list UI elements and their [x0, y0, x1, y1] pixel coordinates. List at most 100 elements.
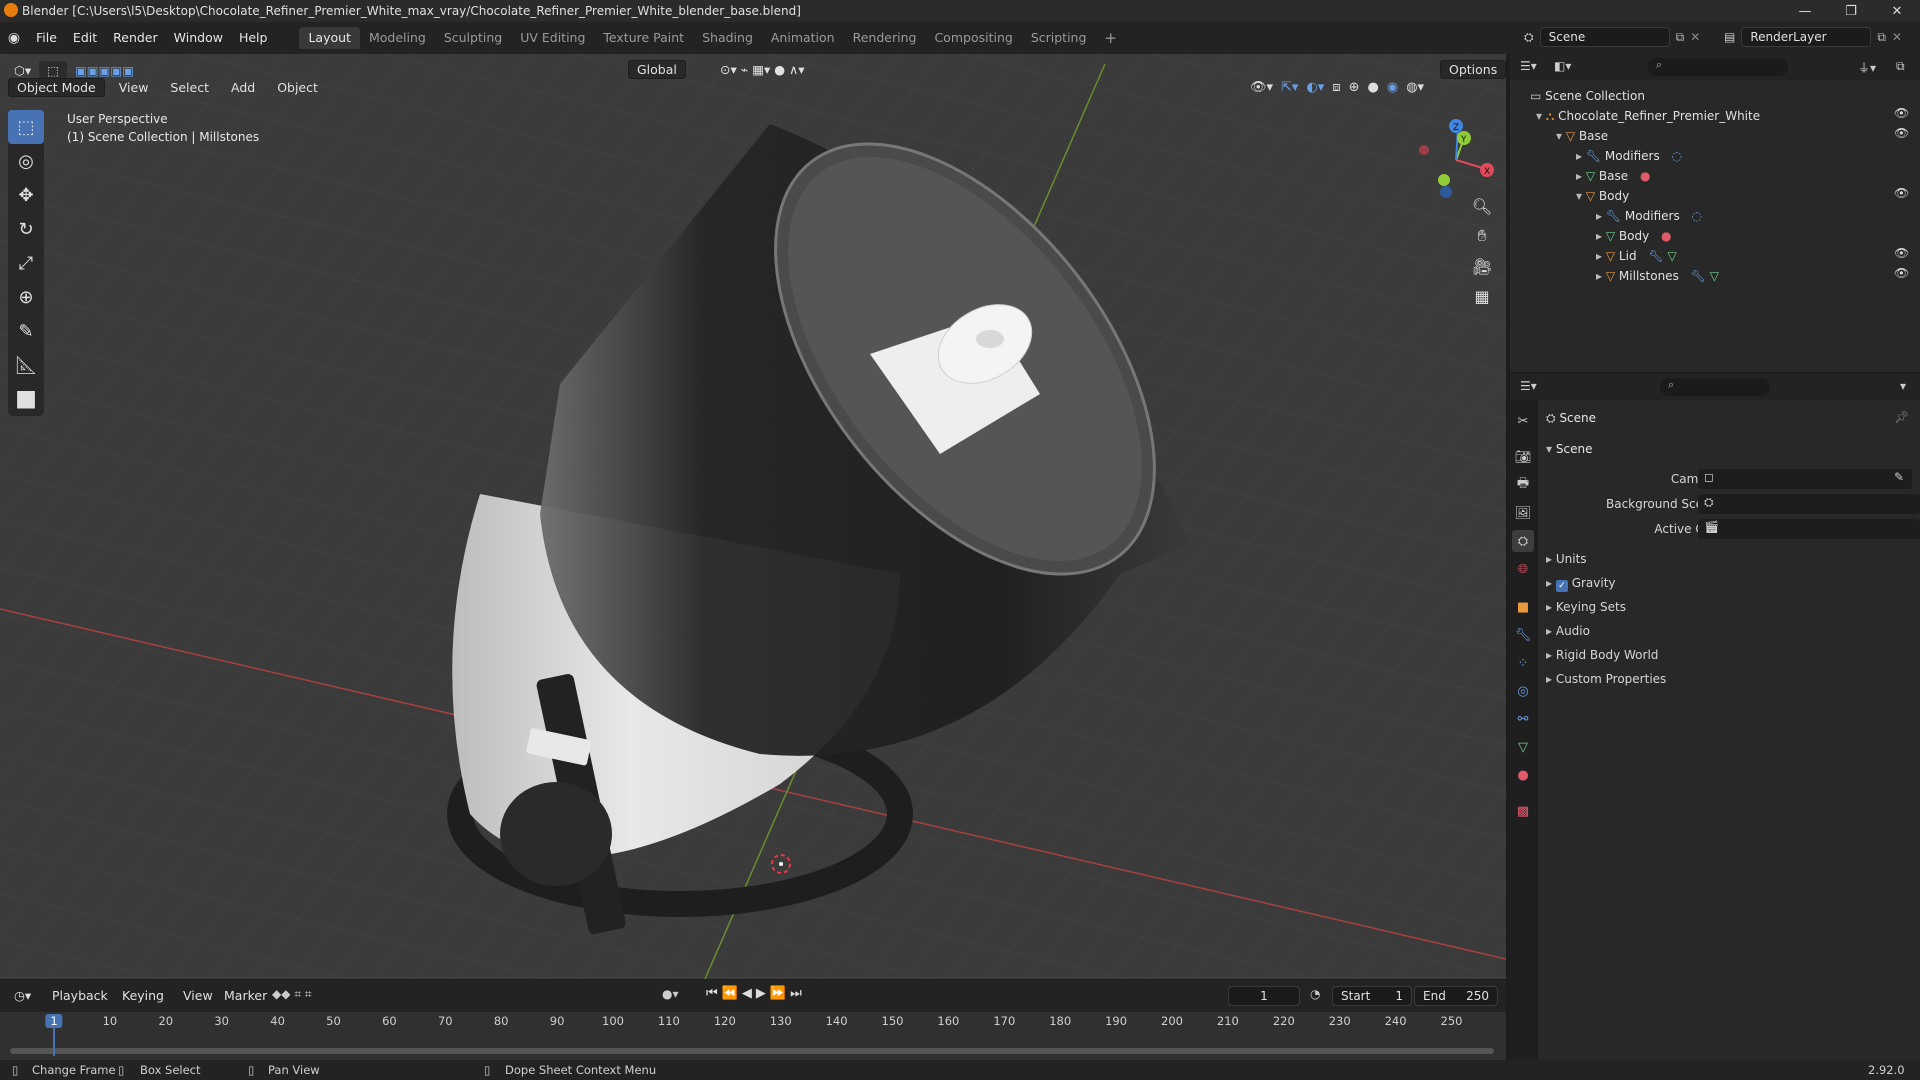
visibility-eye-icon[interactable]: 👁︎	[1894, 106, 1909, 120]
new-renderlayer-icon[interactable]: ⧉	[1877, 30, 1886, 45]
view-layer-tab-icon[interactable]: 🖼︎	[1512, 502, 1534, 524]
add-cube-tool-icon[interactable]: ⬛︎	[8, 382, 44, 416]
options-dropdown[interactable]: Options	[1440, 60, 1507, 79]
shading-rendered-icon[interactable]: ◍▾	[1406, 80, 1424, 95]
tree-item[interactable]: ▸ ▽ Millstones 🔧︎ ▽	[1596, 266, 1719, 286]
panel-units[interactable]: ▸ Units	[1546, 549, 1587, 569]
tree-root[interactable]: ▭ Scene Collection	[1530, 86, 1645, 106]
blender-menu-icon[interactable]: ◉	[0, 30, 28, 46]
material-tab-icon[interactable]: ●	[1512, 764, 1534, 786]
outliner-editor-icon[interactable]: ☰▾	[1520, 59, 1537, 73]
keyframe-icons[interactable]: ◆◆ ⌗ ⌗	[272, 987, 312, 1002]
object-mode-dropdown[interactable]: Object Mode	[8, 78, 105, 97]
texture-tab-icon[interactable]: ▩	[1512, 800, 1534, 822]
properties-editor-icon[interactable]: ☰▾	[1520, 379, 1537, 393]
visibility-icon[interactable]: 👁︎▾	[1250, 80, 1273, 95]
pan-hand-icon[interactable]: ✋︎	[1468, 222, 1496, 250]
gravity-checkbox[interactable]: ✓	[1555, 580, 1568, 592]
tree-item[interactable]: ▸ ▽ Base ●	[1576, 166, 1650, 186]
delete-renderlayer-icon[interactable]: ✕	[1892, 30, 1902, 44]
properties-search-field[interactable]: ⌕	[1660, 378, 1770, 396]
tab-shading[interactable]: Shading	[693, 27, 762, 49]
menu-window[interactable]: Window	[166, 22, 231, 54]
scale-tool-icon[interactable]: ⤢	[8, 246, 44, 280]
move-tool-icon[interactable]: ✥	[8, 178, 44, 212]
active-clip-field[interactable]: 🎬︎	[1698, 519, 1920, 539]
tree-item[interactable]: ▸ ▽ Lid 🔧︎ ▽	[1596, 246, 1677, 266]
transform-orientation-dropdown[interactable]: Global	[628, 60, 686, 79]
tree-item[interactable]: ▾ ▽ Body	[1576, 186, 1629, 206]
timeline-scrollbar[interactable]	[10, 1048, 1494, 1054]
eyedropper-icon[interactable]: ✎	[1894, 470, 1904, 484]
scene-panel-header[interactable]: ▾ Scene	[1546, 439, 1592, 459]
output-tab-icon[interactable]: 🖶︎	[1512, 474, 1534, 496]
timeline-editor-icon[interactable]: ◷▾	[6, 986, 39, 1005]
menu-object[interactable]: Object	[269, 78, 326, 97]
renderlayer-selector[interactable]: RenderLayer	[1741, 27, 1872, 47]
select-box-tool-icon[interactable]: ⬚	[8, 110, 44, 144]
tree-item[interactable]: ▾ ⛬ Chocolate_Refiner_Premier_White	[1536, 106, 1760, 126]
data-tab-icon[interactable]: ▽	[1512, 736, 1534, 758]
filter-icon[interactable]: ⏚▾	[1858, 59, 1876, 76]
constraints-tab-icon[interactable]: ⚯	[1512, 708, 1534, 730]
maximize-button[interactable]: ❐	[1828, 0, 1874, 22]
object-tab-icon[interactable]: ■	[1512, 596, 1534, 618]
visibility-eye-icon[interactable]: 👁︎	[1894, 246, 1909, 260]
playhead-line[interactable]	[53, 1028, 55, 1056]
display-mode-icon[interactable]: ◧▾	[1554, 59, 1571, 73]
particles-tab-icon[interactable]: ⁘	[1512, 652, 1534, 674]
start-frame-field[interactable]: Start 1	[1332, 986, 1412, 1006]
properties-options-icon[interactable]: ▾	[1900, 379, 1906, 393]
rotate-tool-icon[interactable]: ↻	[8, 212, 44, 246]
add-workspace-button[interactable]: +	[1095, 27, 1126, 49]
modifier-tab-icon[interactable]: 🔧︎	[1512, 624, 1534, 646]
physics-tab-icon[interactable]: ◎	[1512, 680, 1534, 702]
tab-compositing[interactable]: Compositing	[925, 27, 1021, 49]
preview-range-icon[interactable]: ◔	[1310, 987, 1320, 1001]
tab-rendering[interactable]: Rendering	[844, 27, 926, 49]
menu-view[interactable]: View	[111, 78, 157, 97]
timeline-body[interactable]: 1 10 20 30 40 50 60 70 80 90 100 110 120 130 140 150 160…	[0, 1012, 1506, 1060]
scene-tab-icon[interactable]: ⛭	[1512, 530, 1534, 552]
panel-custom-properties[interactable]: ▸ Custom Properties	[1546, 669, 1666, 689]
scene-selector[interactable]: Scene	[1539, 27, 1670, 47]
panel-rigid-body-world[interactable]: ▸ Rigid Body World	[1546, 645, 1658, 665]
end-frame-field[interactable]: End 250	[1414, 986, 1498, 1006]
background-scene-field[interactable]: ⛭	[1698, 494, 1920, 514]
annotate-tool-icon[interactable]: ✎	[8, 314, 44, 348]
menu-keying[interactable]: Keying	[114, 986, 172, 1005]
current-frame-marker[interactable]: 1	[45, 1014, 63, 1028]
tree-item[interactable]: ▾ ▽ Base	[1556, 126, 1608, 146]
xray-icon[interactable]: ⧈	[1332, 80, 1340, 95]
minimize-button[interactable]: —	[1782, 0, 1828, 22]
tool-settings-tab-icon[interactable]: ✂	[1512, 410, 1534, 432]
tab-layout[interactable]: Layout	[299, 27, 360, 49]
tab-sculpting[interactable]: Sculpting	[435, 27, 511, 49]
menu-playback[interactable]: Playback	[44, 986, 116, 1005]
new-scene-icon[interactable]: ⧉	[1676, 30, 1685, 45]
record-icon[interactable]: ●▾	[662, 987, 679, 1001]
menu-timeline-view[interactable]: View	[175, 986, 221, 1005]
editor-type-icon[interactable]: ⬡▾	[6, 61, 39, 80]
shading-wireframe-icon[interactable]: ⊕	[1349, 80, 1360, 95]
shading-solid-icon[interactable]: ●	[1368, 80, 1379, 95]
navigation-gizmo[interactable]: X Y Z	[1408, 112, 1498, 202]
zoom-icon[interactable]: 🔍︎	[1468, 192, 1496, 220]
new-collection-icon[interactable]: ⧉	[1896, 59, 1905, 74]
delete-scene-icon[interactable]: ✕	[1690, 30, 1700, 44]
playback-controls[interactable]: ⏮⏪◀▶⏩⏭	[706, 986, 806, 1001]
outliner-search-field[interactable]: ⌕	[1648, 58, 1788, 76]
panel-audio[interactable]: ▸ Audio	[1546, 621, 1590, 641]
tree-item[interactable]: ▸ 🔧︎ Modifiers ◌	[1576, 146, 1682, 166]
tab-uv-editing[interactable]: UV Editing	[511, 27, 594, 49]
cursor-tool-icon[interactable]: ◎	[8, 144, 44, 178]
pivot-snap-icons[interactable]: ⊙▾ ⌁ ▦▾ ● ∧▾	[712, 60, 813, 79]
tab-modeling[interactable]: Modeling	[360, 27, 435, 49]
tab-animation[interactable]: Animation	[762, 27, 844, 49]
tree-item[interactable]: ▸ 🔧︎ Modifiers ◌	[1596, 206, 1702, 226]
visibility-eye-icon[interactable]: 👁︎	[1894, 186, 1909, 200]
ortho-grid-icon[interactable]: ▦	[1468, 282, 1496, 310]
menu-render[interactable]: Render	[105, 22, 166, 54]
menu-marker[interactable]: Marker	[216, 986, 275, 1005]
selection-modes-icon[interactable]: ▣▣▣▣▣	[67, 61, 142, 80]
